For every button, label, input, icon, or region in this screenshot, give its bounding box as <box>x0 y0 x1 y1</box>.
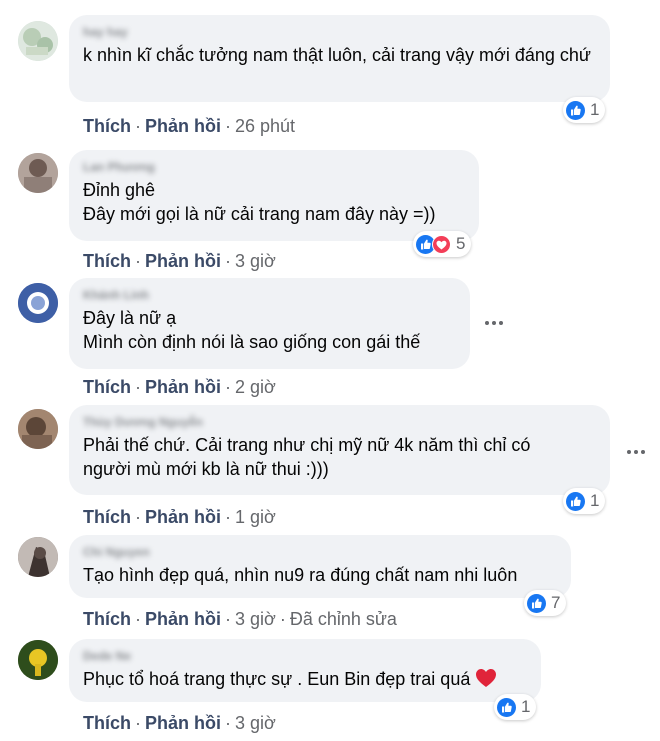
comment-text: Phải thế chứ. Cải trang như chị mỹ nữ 4k… <box>83 435 531 455</box>
more-options-button[interactable] <box>482 311 506 335</box>
comment-time[interactable]: 1 giờ <box>235 507 276 527</box>
comment-text: Phục tổ hoá trang thực sự . Eun Bin đẹp … <box>83 667 527 691</box>
avatar[interactable] <box>18 153 58 193</box>
like-reaction-icon <box>497 697 516 717</box>
comment-time[interactable]: 2 giờ <box>235 377 276 397</box>
reaction-summary[interactable]: 7 <box>524 590 567 616</box>
comment-actions: Thích · Phản hồi · 3 giờ · Đã chỉnh sửa <box>83 609 397 629</box>
love-reaction-icon <box>432 234 451 254</box>
reaction-count: 7 <box>551 593 561 612</box>
comment-author[interactable]: hay hay <box>83 24 596 40</box>
like-reaction-icon <box>566 100 585 120</box>
reaction-count: 1 <box>590 491 600 510</box>
comment-bubble: Chi Nguyen Tạo hình đẹp quá, nhìn nu9 ra… <box>69 535 571 598</box>
like-button[interactable]: Thích <box>83 713 131 733</box>
comment-bubble: hay hay k nhìn kĩ chắc tưởng nam thật lu… <box>69 15 610 102</box>
comment-bubble: Dede Ne Phục tổ hoá trang thực sự . Eun … <box>69 639 541 702</box>
comment-text: k nhìn kĩ chắc tưởng nam thật luôn, cải … <box>83 45 591 65</box>
comment-author[interactable]: Chi Nguyen <box>83 544 557 560</box>
reply-button[interactable]: Phản hồi <box>145 377 221 397</box>
comment-actions: Thích · Phản hồi · 3 giờ <box>83 251 276 271</box>
comment-time[interactable]: 3 giờ <box>235 713 276 733</box>
reaction-summary[interactable]: 1 <box>563 97 606 123</box>
reply-button[interactable]: Phản hồi <box>145 507 221 527</box>
reply-button[interactable]: Phản hồi <box>145 609 221 629</box>
reaction-summary[interactable]: 1 <box>563 488 606 514</box>
comment-actions: Thích · Phản hồi · 1 giờ <box>83 507 276 527</box>
reaction-count: 1 <box>521 697 531 716</box>
comment-author[interactable]: Dede Ne <box>83 648 527 664</box>
comment-text: Đây mới gọi là nữ cải trang nam đây này … <box>83 204 436 224</box>
like-button[interactable]: Thích <box>83 507 131 527</box>
red-heart-icon <box>476 669 497 687</box>
comment-bubble: Khánh Linh Đây là nữ ạ Mình còn định nói… <box>69 278 470 369</box>
comment-bubble: Thùy Dương Nguyễn Phải thế chứ. Cải tran… <box>69 405 610 495</box>
like-reaction-icon <box>566 491 585 511</box>
edited-label[interactable]: Đã chỉnh sửa <box>290 609 397 629</box>
like-reaction-icon <box>527 593 546 613</box>
comment-text: Tạo hình đẹp quá, nhìn nu9 ra đúng chất … <box>83 565 518 585</box>
reply-button[interactable]: Phản hồi <box>145 251 221 271</box>
comment-actions: Thích · Phản hồi · 3 giờ <box>83 713 276 733</box>
reply-button[interactable]: Phản hồi <box>145 116 221 136</box>
comment-time[interactable]: 26 phút <box>235 116 295 136</box>
reaction-summary[interactable]: 1 <box>494 694 537 720</box>
comment-text: Đây là nữ ạ <box>83 308 177 328</box>
comment-time[interactable]: 3 giờ <box>235 609 276 629</box>
comment-author[interactable]: Khánh Linh <box>83 287 456 303</box>
avatar[interactable] <box>18 409 58 449</box>
like-button[interactable]: Thích <box>83 251 131 271</box>
comment-time[interactable]: 3 giờ <box>235 251 276 271</box>
comment-bubble: Lan Phương Đỉnh ghê Đây mới gọi là nữ cả… <box>69 150 479 241</box>
comment-actions: Thích · Phản hồi · 2 giờ <box>83 377 276 397</box>
like-button[interactable]: Thích <box>83 377 131 397</box>
avatar[interactable] <box>18 640 58 680</box>
comment-text: Đỉnh ghê <box>83 180 156 200</box>
like-button[interactable]: Thích <box>83 116 131 136</box>
comment-text: Mình còn định nói là sao giống con gái t… <box>83 332 421 352</box>
comment-author[interactable]: Lan Phương <box>83 159 465 175</box>
reply-button[interactable]: Phản hồi <box>145 713 221 733</box>
comment-author[interactable]: Thùy Dương Nguyễn <box>83 414 596 430</box>
reaction-summary[interactable]: 5 <box>413 231 472 257</box>
more-options-button[interactable] <box>624 440 648 464</box>
comment-text: người mù mới kb là nữ thui :))) <box>83 459 329 479</box>
avatar[interactable] <box>18 21 58 61</box>
like-button[interactable]: Thích <box>83 609 131 629</box>
avatar[interactable] <box>18 537 58 577</box>
comment-actions: Thích · Phản hồi · 26 phút <box>83 116 296 136</box>
avatar[interactable] <box>18 283 58 323</box>
reaction-count: 1 <box>590 100 600 119</box>
reaction-count: 5 <box>456 234 466 253</box>
